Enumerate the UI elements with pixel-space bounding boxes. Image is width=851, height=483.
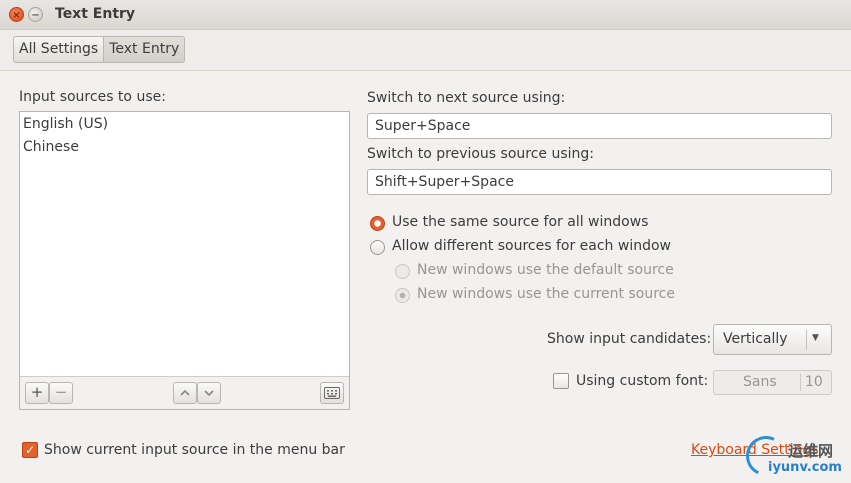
add-source-button[interactable]: +: [25, 382, 49, 404]
different-sources-label[interactable]: Allow different sources for each window: [392, 238, 671, 254]
close-icon[interactable]: ×: [9, 7, 24, 22]
breadcrumb-text-entry[interactable]: Text Entry: [103, 37, 185, 62]
default-source-label: New windows use the default source: [417, 262, 674, 278]
input-candidates-value: Vertically: [723, 331, 788, 347]
next-source-label: Switch to next source using:: [367, 90, 566, 106]
watermark-top-text: 运维网: [788, 442, 834, 460]
watermark-bottom-text: iyunv.com: [768, 460, 842, 475]
toolbar: All Settings Text Entry: [0, 30, 851, 71]
dropdown-arrow-icon: ▼: [812, 333, 819, 343]
move-down-button[interactable]: [197, 382, 221, 404]
watermark-logo: 运维网 iyunv.com: [740, 430, 851, 483]
dropdown-divider: [806, 330, 807, 350]
current-source-label: New windows use the current source: [417, 286, 675, 302]
font-chooser-button[interactable]: Sans 10: [713, 370, 832, 395]
chevron-up-icon: [180, 389, 190, 396]
list-item[interactable]: Chinese: [23, 139, 79, 155]
font-name: Sans: [743, 374, 777, 390]
remove-source-button[interactable]: −: [49, 382, 73, 404]
input-candidates-dropdown[interactable]: Vertically ▼: [713, 324, 832, 355]
font-size: 10: [805, 374, 823, 390]
custom-font-label: Using custom font:: [576, 373, 709, 389]
keyboard-layout-button[interactable]: [320, 382, 344, 404]
move-up-button[interactable]: [173, 382, 197, 404]
prev-source-shortcut-field[interactable]: Shift+Super+Space: [367, 169, 832, 195]
input-sources-list[interactable]: English (US) Chinese + −: [19, 111, 350, 410]
current-source-radio[interactable]: [395, 288, 410, 303]
breadcrumb: All Settings Text Entry: [13, 36, 186, 63]
minimize-icon[interactable]: −: [28, 7, 43, 22]
show-menu-bar-label: Show current input source in the menu ba…: [44, 442, 345, 458]
prev-source-label: Switch to previous source using:: [367, 146, 595, 162]
same-source-label[interactable]: Use the same source for all windows: [392, 214, 648, 230]
title-bar: × − Text Entry: [0, 0, 851, 30]
same-source-radio[interactable]: [370, 216, 385, 231]
list-toolbar: + −: [20, 376, 349, 409]
different-sources-radio[interactable]: [370, 240, 385, 255]
show-menu-bar-checkbox[interactable]: ✓: [22, 442, 38, 458]
next-source-shortcut-field[interactable]: Super+Space: [367, 113, 832, 139]
keyboard-icon: [324, 387, 340, 399]
input-candidates-label: Show input candidates:: [547, 331, 712, 347]
input-sources-label: Input sources to use:: [19, 89, 166, 105]
window-title: Text Entry: [55, 6, 136, 22]
font-divider: [800, 374, 801, 391]
default-source-radio[interactable]: [395, 264, 410, 279]
chevron-down-icon: [204, 390, 214, 397]
breadcrumb-all-settings[interactable]: All Settings: [14, 37, 103, 62]
list-item[interactable]: English (US): [23, 116, 108, 132]
custom-font-checkbox[interactable]: [553, 373, 569, 389]
